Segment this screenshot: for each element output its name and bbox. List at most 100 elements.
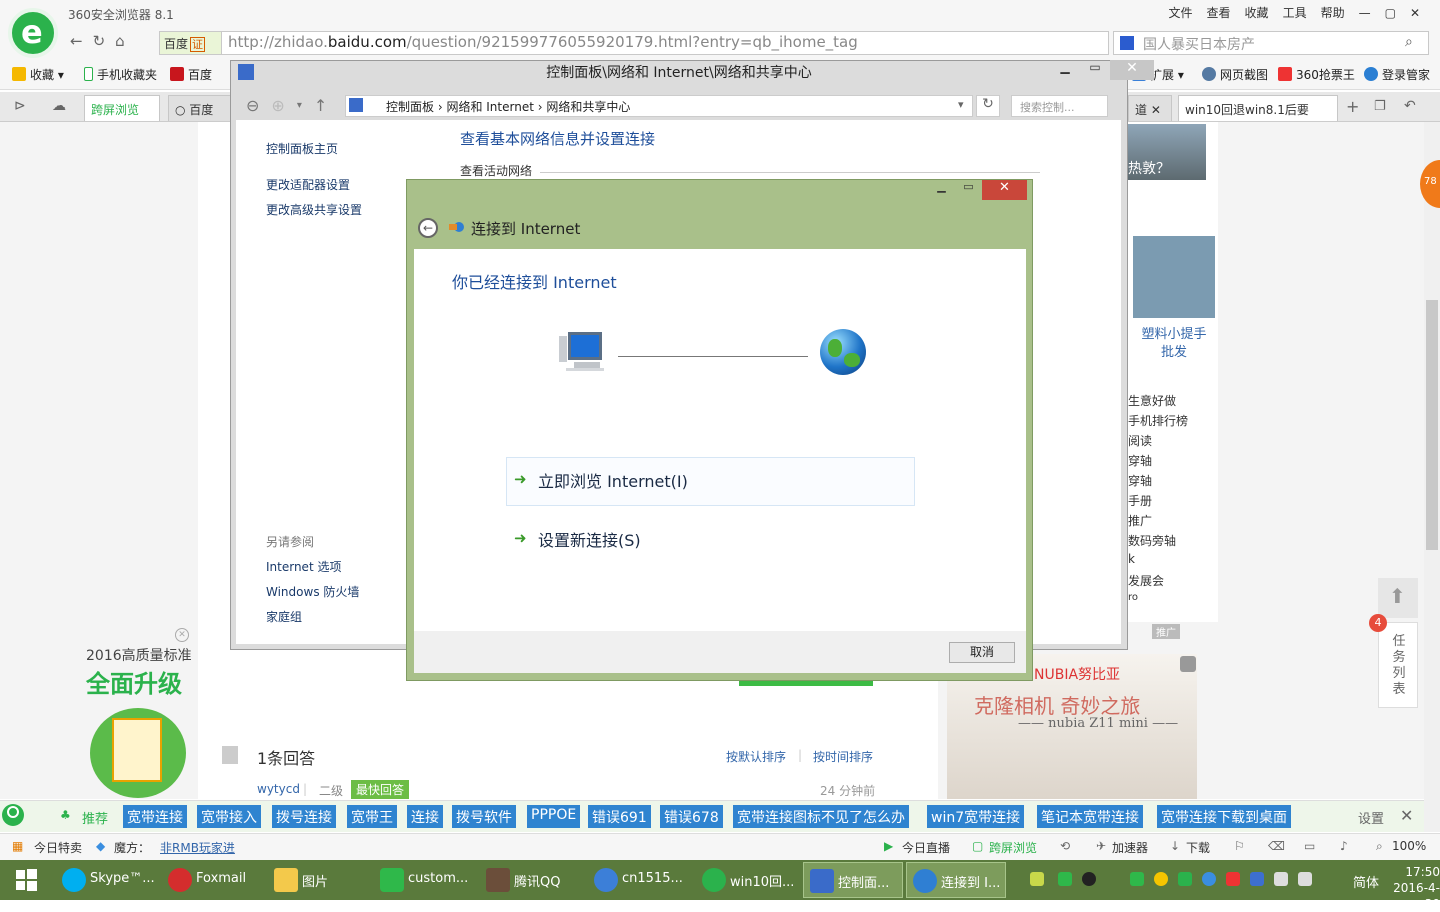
ad-close-icon[interactable]: ✕ [175,628,189,642]
home-icon[interactable]: ⌂ [115,32,125,50]
taskbar-item-browser[interactable]: win10回... [696,862,796,898]
flag-icon[interactable]: ⚐ [1234,839,1245,853]
see-also-internet-options[interactable]: Internet 选项 [266,558,341,575]
left-ad-line2[interactable]: 全面升级 [86,664,182,699]
related-tag[interactable]: 拨号软件 [452,805,516,828]
close-icon[interactable]: ✕ [1110,60,1154,80]
bookmark-login-manager[interactable]: 登录管家 [1364,66,1430,83]
related-tag[interactable]: 宽带连接 [123,805,187,828]
menu-item-view[interactable]: 查看 [1207,4,1231,21]
forward-icon[interactable]: ⊕ [271,96,284,115]
related-tag[interactable]: 宽带王 [347,805,397,828]
address-dropdown-icon[interactable]: ▾ [958,98,964,111]
related-tag[interactable]: win7宽带连接 [927,805,1025,828]
right-link[interactable]: k [1128,552,1135,566]
undo-icon[interactable]: ↶ [1404,98,1416,114]
close-icon[interactable]: ✕ [1400,806,1413,825]
new-tab-icon[interactable]: + [1346,97,1359,116]
maximize-icon[interactable]: ▭ [1080,60,1110,80]
product-thumbnail[interactable] [1133,236,1215,318]
related-tag[interactable]: 拨号连接 [272,805,336,828]
bookmark-mobile[interactable]: 手机收藏夹 [84,66,157,83]
tray-sync-icon[interactable] [1202,872,1216,886]
right-link[interactable]: 推广 [1128,512,1152,529]
taskbar-clock[interactable]: 17:50 2016-4-30 [1380,864,1440,912]
related-settings-button[interactable]: 设置 [1358,808,1384,827]
sort-default-link[interactable]: 按默认排序 [726,748,786,765]
taskbar-item-qq[interactable]: 腾讯QQ [480,862,580,898]
maximize-window-button[interactable]: ▢ [1385,6,1396,20]
breadcrumb-item[interactable]: 控制面板 [386,100,434,114]
sidebar-item-home[interactable]: 控制面板主页 [266,140,338,157]
tray-volume-icon[interactable] [1274,872,1288,886]
taskbar-item-control-panel[interactable]: 控制面... [803,862,903,898]
bookmark-screenshot[interactable]: 网页截图 [1202,66,1268,83]
tab-baidu[interactable]: ○ 百度 [168,95,234,121]
related-tag[interactable]: 笔记本宽带连接 [1037,805,1143,828]
tab-win10[interactable]: win10回退win8.1后要 [1178,95,1338,121]
bookmark-baidu[interactable]: 百度 [170,66,212,83]
right-link[interactable]: 手册 [1128,492,1152,509]
right-link[interactable]: 发展会 [1128,572,1164,589]
right-link[interactable]: 阅读 [1128,432,1152,449]
breadcrumb-item[interactable]: 网络和共享中心 [546,100,630,114]
menu-item-file[interactable]: 文件 [1169,4,1193,21]
restore-tabs-icon[interactable]: ❐ [1374,99,1386,114]
baidu-paw-icon[interactable] [1120,36,1134,50]
back-to-top-button[interactable]: ⬆ [1378,578,1418,618]
cancel-button[interactable]: 取消 [949,642,1015,663]
tab-zhidao[interactable]: 道 ✕ [1128,95,1172,121]
related-tag[interactable]: 宽带接入 [197,805,261,828]
answer-username[interactable]: wytycd [257,782,300,796]
related-tag[interactable]: 宽带连接下载到桌面 [1157,805,1291,828]
back-icon[interactable]: ← [70,32,83,50]
refresh-icon[interactable]: ↻ [976,95,1000,117]
taskbar-item-pictures[interactable]: 图片 [268,862,368,898]
breadcrumb-item[interactable]: 网络和 Internet [446,100,533,114]
related-tag[interactable]: 错误678 [660,805,723,828]
menu-item-tools[interactable]: 工具 [1283,4,1307,21]
tray-shield-icon[interactable] [1178,872,1192,886]
search-icon[interactable]: ⌕ [1405,34,1413,50]
cloud-icon[interactable]: ☁ [52,98,66,114]
tab-cross-screen[interactable]: 跨屏浏览 [84,95,160,121]
browse-internet-label[interactable]: 立即浏览 Internet(I) [538,468,688,492]
taskbar-item-cn1515[interactable]: cn1515... [588,862,688,898]
scrollbar-thumb[interactable] [1426,300,1438,550]
right-link[interactable]: 手机排行榜 [1128,412,1188,429]
zoom-level[interactable]: 100% [1392,839,1426,853]
refresh-icon[interactable]: ↻ [93,32,106,50]
clean-icon[interactable]: ⌫ [1268,839,1285,853]
taskbar-item-connect[interactable]: 连接到 I... [906,862,1006,898]
minimize-icon[interactable]: ▁ [1050,60,1080,80]
tray-safe-icon[interactable] [1154,872,1168,886]
see-also-firewall[interactable]: Windows 防火墙 [266,583,359,600]
back-icon[interactable]: ← [418,218,438,238]
close-icon[interactable]: ✕ [982,180,1027,200]
news-thumbnail-caption[interactable]: 热敦？ [1128,158,1170,178]
see-also-homegroup[interactable]: 家庭组 [266,608,302,625]
url-site-badge[interactable]: 百度证 [160,32,222,54]
sidebar-toggle-icon[interactable]: ⊳ [14,98,26,114]
sidebar-item-adapter[interactable]: 更改适配器设置 [266,176,350,193]
magic-link[interactable]: 非RMB玩家进 [160,839,235,856]
sync-icon[interactable]: ⟲ [1060,839,1070,853]
today-deals-link[interactable]: 今日特卖 [34,839,82,856]
right-link[interactable]: 生意好做 [1128,392,1176,409]
window-icon[interactable]: ▭ [1304,839,1315,853]
tray-battery-icon[interactable] [1030,872,1044,886]
bookmark-favorites[interactable]: 收藏 ▾ [12,66,64,83]
sort-time-link[interactable]: 按时间排序 [813,748,873,765]
right-link[interactable]: ro [1128,592,1138,603]
tray-wechat-icon[interactable] [1058,872,1072,886]
right-link[interactable]: 数码旁轴 [1128,532,1176,549]
tray-bluetooth-icon[interactable] [1250,872,1264,886]
cross-screen-link[interactable]: 跨屏浏览 [989,839,1037,856]
url-text[interactable]: http://zhidao.baidu.com/question/9215997… [228,33,858,51]
sidebar-item-sharing[interactable]: 更改高级共享设置 [266,201,362,218]
related-tag[interactable]: PPPOE [527,805,581,828]
download-link[interactable]: 下载 [1186,839,1210,856]
product-link[interactable]: 塑料小提手批发 [1136,326,1212,362]
tray-360-icon[interactable] [1130,872,1144,886]
minimize-window-button[interactable]: — [1359,6,1371,20]
